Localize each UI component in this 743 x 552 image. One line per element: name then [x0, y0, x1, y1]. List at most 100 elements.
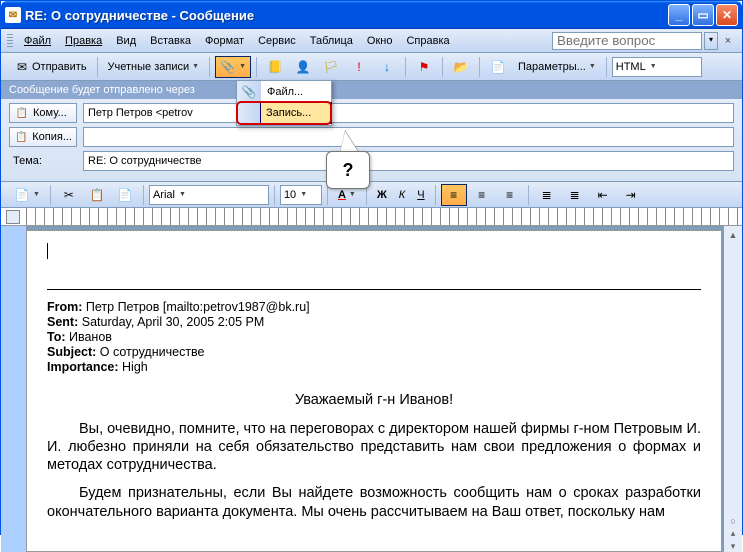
font-size-combo[interactable]: 10 ▼ [280, 185, 322, 205]
paste-button[interactable]: 📄▼ [9, 184, 45, 206]
format-toolbar: 📄▼ ✂ 📋 📄 Arial ▼ 10 ▼ A▼ Ж К Ч ≡ ≡ ≡ ≣ ≣… [1, 182, 742, 208]
indent-icon: ⇥ [623, 187, 639, 203]
outdent-button[interactable]: ⇤ [590, 184, 616, 206]
window-title: RE: О сотрудничестве - Сообщение [25, 8, 668, 23]
page-icon: 📄 [490, 59, 506, 75]
folder-button[interactable]: 📂 [448, 56, 474, 78]
minimize-button[interactable]: _ [668, 4, 690, 26]
salutation: Уважаемый г-н Иванов! [47, 392, 701, 408]
sent-value: Saturday, April 30, 2005 2:05 PM [82, 315, 265, 329]
format-combo[interactable]: HTML ▼ [612, 57, 702, 77]
ol-icon: ≣ [539, 187, 555, 203]
book-icon: 📒 [267, 59, 283, 75]
permission-button[interactable]: 🏳 [318, 56, 344, 78]
annotation-callout: ? [326, 151, 370, 189]
cc-button[interactable]: 📋 Копия... [9, 127, 77, 147]
ruler[interactable] [1, 208, 742, 226]
attach-menu-record[interactable]: Запись... [260, 102, 332, 124]
menu-table[interactable]: Таблица [303, 33, 360, 49]
accounts-button[interactable]: Учетные записи ▼ [103, 56, 205, 78]
from-label: From: [47, 300, 82, 314]
callout-text: ? [326, 151, 370, 189]
menu-insert[interactable]: Вставка [143, 33, 198, 49]
font-size-value: 10 [284, 189, 296, 201]
shield-icon: 🏳 [323, 59, 339, 75]
indent-button[interactable]: ⇥ [618, 184, 644, 206]
cc-input[interactable] [83, 127, 734, 147]
ul-icon: ≣ [567, 187, 583, 203]
importance-high-button[interactable]: ! [346, 56, 372, 78]
check-names-button[interactable]: 👤 [290, 56, 316, 78]
importance-low-button[interactable]: ↓ [374, 56, 400, 78]
outdent-icon: ⇤ [595, 187, 611, 203]
attach-dropdown: 📎 Файл... Запись... [236, 80, 332, 126]
menu-file[interactable]: Файл [17, 33, 58, 49]
flag-button[interactable]: ⚑ [411, 56, 437, 78]
menu-view[interactable]: Вид [109, 33, 143, 49]
close-button[interactable]: ✕ [716, 4, 738, 26]
underline-button[interactable]: Ч [412, 184, 429, 206]
paste-plain-button[interactable]: 📄 [112, 184, 138, 206]
align-center-button[interactable]: ≡ [469, 184, 495, 206]
align-right-icon: ≡ [502, 187, 518, 203]
bullet-list-button[interactable]: ≣ [562, 184, 588, 206]
menu-tools[interactable]: Сервис [251, 33, 303, 49]
font-name-combo[interactable]: Arial ▼ [149, 185, 269, 205]
menu-help[interactable]: Справка [399, 33, 456, 49]
app-icon: ✉ [5, 7, 21, 23]
attach-button[interactable]: 📎 ▼ [215, 56, 251, 78]
bold-button[interactable]: Ж [372, 184, 392, 206]
align-center-icon: ≡ [474, 187, 490, 203]
page-button[interactable]: 📄 [485, 56, 511, 78]
attach-menu-record-label: Запись... [266, 107, 311, 119]
circle-icon[interactable]: ○ [730, 516, 735, 526]
italic-button[interactable]: К [394, 184, 410, 206]
attach-menu-file[interactable]: Файл... [261, 81, 331, 103]
subject-input[interactable] [83, 151, 734, 171]
scrollbar[interactable]: ▲ ○ ▴ ▾ [724, 226, 742, 552]
editor-area: From: Петр Петров [mailto:petrov1987@bk.… [1, 226, 742, 552]
menu-format[interactable]: Формат [198, 33, 251, 49]
attach-menu-file-label: Файл... [267, 86, 303, 98]
book-icon: 📋 [14, 129, 29, 145]
numbered-list-button[interactable]: ≣ [534, 184, 560, 206]
text-cursor [47, 243, 701, 259]
address-book-button[interactable]: 📒 [262, 56, 288, 78]
exclamation-icon: ! [351, 59, 367, 75]
maximize-button[interactable]: ▭ [692, 4, 714, 26]
left-gutter [1, 226, 26, 552]
copy-icon: 📋 [89, 187, 105, 203]
menu-edit[interactable]: Правка [58, 33, 109, 49]
to-button[interactable]: 📋 Кому... [9, 103, 77, 123]
to-input[interactable] [83, 103, 734, 123]
next-page-icon[interactable]: ▾ [731, 541, 736, 552]
paperclip-icon: 📎 [241, 84, 257, 100]
menu-window[interactable]: Окно [360, 33, 400, 49]
send-button[interactable]: ✉ Отправить [9, 56, 92, 78]
paperclip-icon: 📎 [220, 59, 236, 75]
subject-label: Subject: [47, 345, 96, 359]
scroll-up-icon[interactable]: ▲ [729, 230, 738, 240]
help-search-input[interactable] [552, 32, 702, 50]
importance-label: Importance: [47, 360, 119, 374]
align-right-button[interactable]: ≡ [497, 184, 523, 206]
chevron-down-icon: ▼ [192, 63, 199, 70]
cut-button[interactable]: ✂ [56, 184, 82, 206]
tab-selector-icon[interactable] [6, 210, 20, 224]
send-label: Отправить [32, 61, 87, 73]
message-body[interactable]: From: Петр Петров [mailto:petrov1987@bk.… [26, 230, 722, 552]
help-dropdown-icon[interactable]: ▾ [704, 32, 718, 50]
align-left-button[interactable]: ≡ [441, 184, 467, 206]
importance-value: High [122, 360, 148, 374]
options-button[interactable]: Параметры... ▼ [513, 56, 601, 78]
subject-value: О сотрудничестве [100, 345, 205, 359]
close-sub-button[interactable]: × [720, 35, 736, 47]
prev-page-icon[interactable]: ▴ [731, 528, 736, 539]
copy-button[interactable]: 📋 [84, 184, 110, 206]
check-icon: 👤 [295, 59, 311, 75]
book-icon: 📋 [14, 105, 30, 121]
chevron-down-icon: ▼ [650, 63, 657, 70]
to-label: To: [47, 330, 66, 344]
send-icon: ✉ [14, 59, 30, 75]
to-value: Иванов [69, 330, 112, 344]
